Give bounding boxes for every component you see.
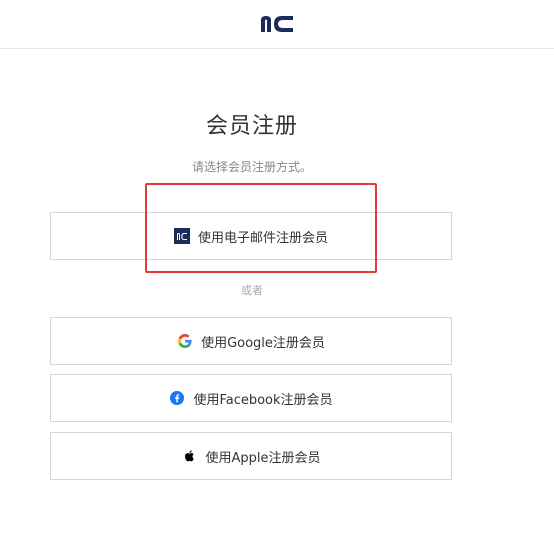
apple-icon <box>181 448 197 464</box>
signup-page: 会员注册 请选择会员注册方式。 使用电子邮件注册会员 或者 使用Google注册… <box>0 0 554 536</box>
nc-logo-icon[interactable] <box>260 15 294 33</box>
divider-text: 或者 <box>241 284 263 297</box>
nc-logo-icon <box>173 228 190 244</box>
page-title: 会员注册 <box>205 114 298 139</box>
facebook-icon <box>169 390 185 406</box>
page-subtitle: 请选择会员注册方式。 <box>191 160 312 174</box>
google-icon <box>177 333 193 349</box>
apple-signup-button[interactable]: 使用Apple注册会员 <box>50 432 452 480</box>
header <box>0 0 554 49</box>
email-signup-label: 使用电子邮件注册会员 <box>197 230 328 246</box>
email-signup-button[interactable]: 使用电子邮件注册会员 <box>50 212 452 260</box>
google-signup-label: 使用Google注册会员 <box>201 335 325 351</box>
apple-signup-label: 使用Apple注册会员 <box>205 450 321 466</box>
facebook-signup-button[interactable]: 使用Facebook注册会员 <box>50 374 452 422</box>
facebook-signup-label: 使用Facebook注册会员 <box>193 392 333 408</box>
google-signup-button[interactable]: 使用Google注册会员 <box>50 317 452 365</box>
